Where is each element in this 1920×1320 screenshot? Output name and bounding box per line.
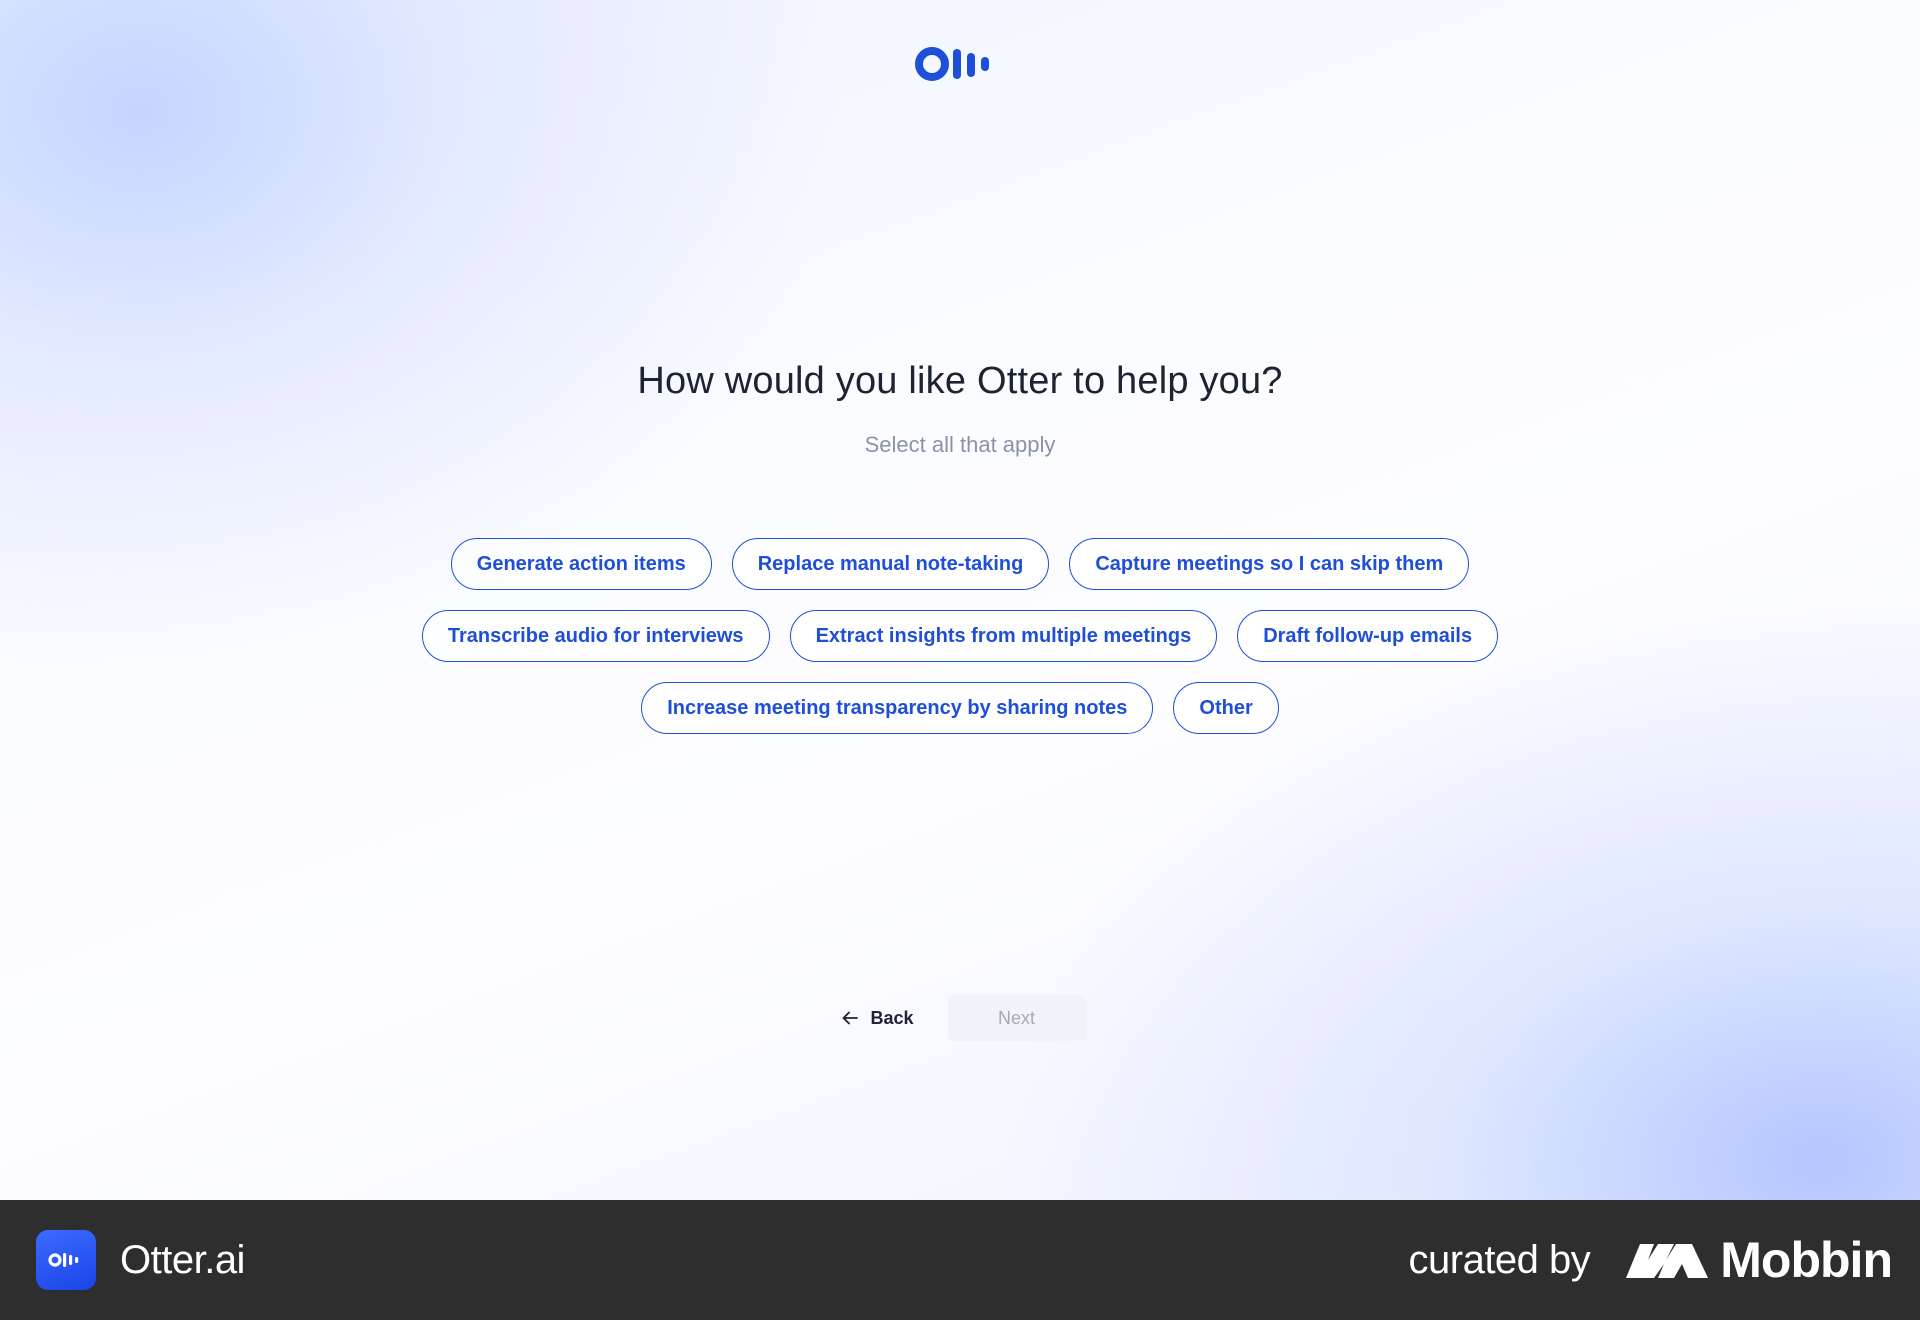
curated-label: curated by bbox=[1408, 1237, 1591, 1282]
mobbin-name: Mobbin bbox=[1720, 1232, 1893, 1288]
step-navigation: Back Next bbox=[0, 995, 1920, 1041]
back-label: Back bbox=[870, 1007, 914, 1028]
option-other[interactable]: Other bbox=[1173, 682, 1279, 734]
back-button[interactable]: Back bbox=[834, 995, 919, 1041]
options-group: Generate action items Replace manual not… bbox=[0, 538, 1920, 734]
next-button[interactable]: Next bbox=[947, 995, 1086, 1041]
options-row: Generate action items Replace manual not… bbox=[450, 538, 1470, 590]
app-name: Otter.ai bbox=[120, 1237, 245, 1282]
footer-banner: Otter.ai curated by Mobbin bbox=[0, 1200, 1920, 1320]
page-subtitle: Select all that apply bbox=[864, 432, 1056, 457]
option-increase-transparency[interactable]: Increase meeting transparency by sharing… bbox=[641, 682, 1154, 734]
option-draft-follow-up-emails[interactable]: Draft follow-up emails bbox=[1237, 610, 1499, 662]
options-row: Increase meeting transparency by sharing… bbox=[641, 682, 1279, 734]
option-capture-meetings[interactable]: Capture meetings so I can skip them bbox=[1069, 538, 1470, 590]
option-transcribe-audio[interactable]: Transcribe audio for interviews bbox=[421, 610, 770, 662]
curated-by: curated by Mobbin bbox=[1409, 1231, 1893, 1289]
onboarding-screen: How would you like Otter to help you? Se… bbox=[0, 0, 1920, 1200]
option-replace-manual-note-taking[interactable]: Replace manual note-taking bbox=[731, 538, 1050, 590]
option-extract-insights[interactable]: Extract insights from multiple meetings bbox=[789, 610, 1218, 662]
otter-logo-icon bbox=[915, 47, 989, 81]
options-row: Transcribe audio for interviews Extract … bbox=[421, 610, 1499, 662]
app-brand: Otter.ai bbox=[36, 1230, 245, 1290]
otter-app-icon bbox=[36, 1230, 96, 1290]
mobbin-brand: Mobbin bbox=[1626, 1231, 1893, 1289]
page-title: How would you like Otter to help you? bbox=[637, 360, 1283, 402]
option-generate-action-items[interactable]: Generate action items bbox=[450, 538, 712, 590]
arrow-left-icon bbox=[843, 1011, 859, 1025]
mobbin-logo-icon bbox=[1626, 1244, 1709, 1278]
